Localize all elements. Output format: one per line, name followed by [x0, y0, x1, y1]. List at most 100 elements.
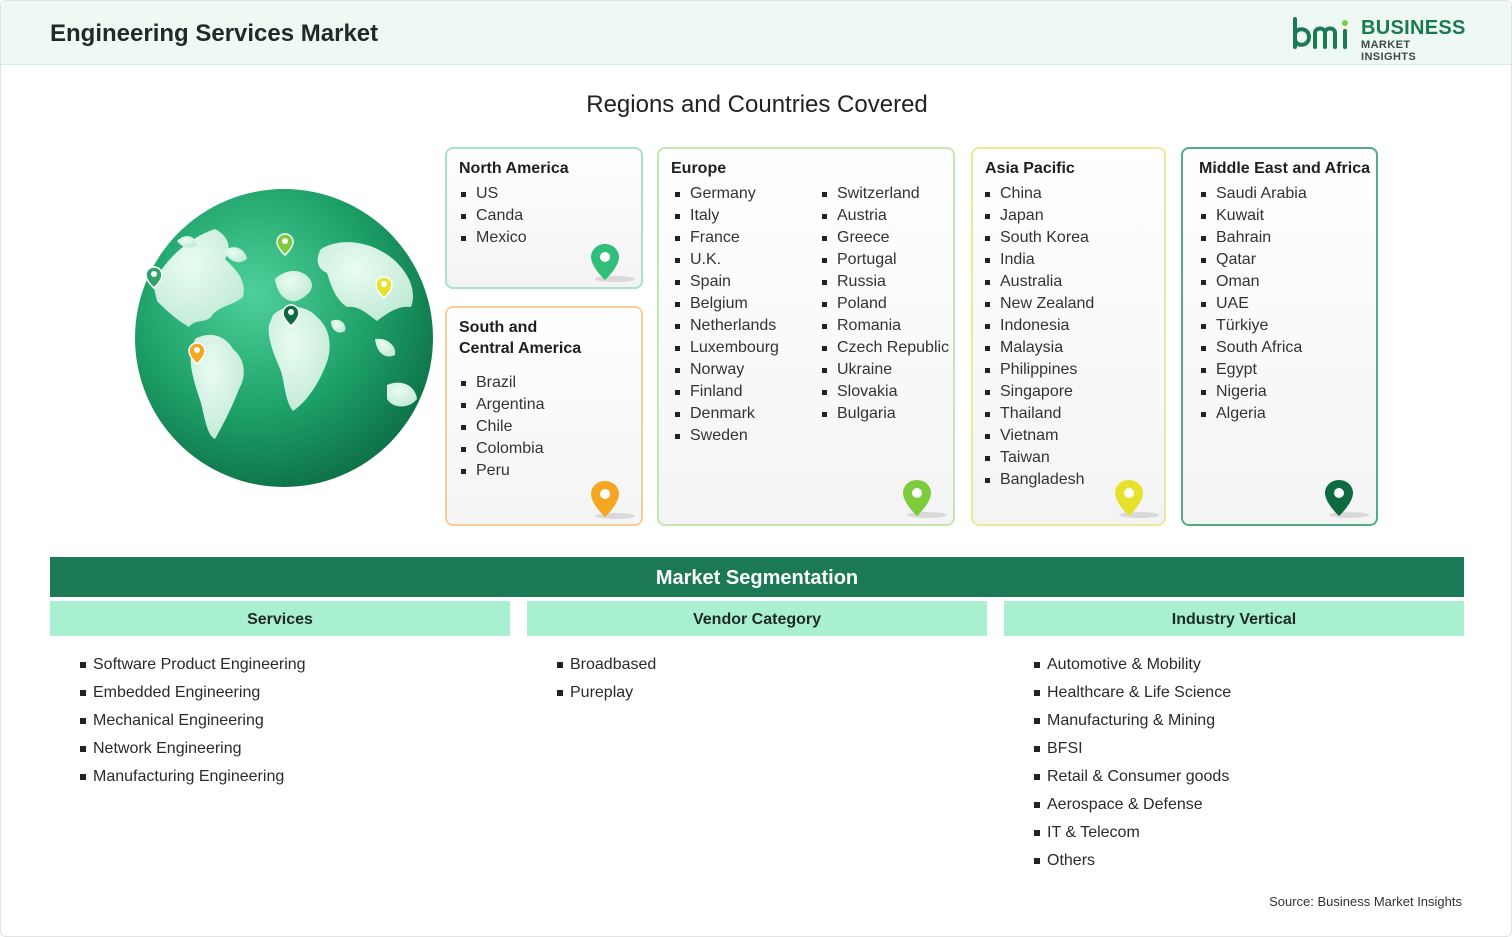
country-item: Canda [459, 205, 527, 227]
country-list-south-central-america: Brazil Argentina Chile Colombia Peru [459, 372, 545, 482]
country-item: Türkiye [1199, 315, 1307, 337]
country-item: Netherlands [673, 315, 779, 337]
country-item: Bangladesh [983, 469, 1094, 491]
country-item: Romania [820, 315, 949, 337]
country-item: Belgium [673, 293, 779, 315]
list-item: Healthcare & Life Science [1034, 679, 1231, 707]
country-item: Mexico [459, 227, 527, 249]
country-item: Brazil [459, 372, 545, 394]
page-frame: Engineering Services Market BUSINESS MAR… [0, 0, 1512, 937]
list-item: Software Product Engineering [80, 651, 306, 679]
country-item: France [673, 227, 779, 249]
segment-header-services: Services [50, 601, 510, 636]
country-item: Sweden [673, 425, 779, 447]
country-item: South Africa [1199, 337, 1307, 359]
header-bar: Engineering Services Market BUSINESS MAR… [1, 1, 1511, 65]
location-pin-icon [903, 480, 947, 518]
country-item: Bahrain [1199, 227, 1307, 249]
country-list-europe-col1: Germany Italy France U.K. Spain Belgium … [673, 183, 779, 447]
country-item: US [459, 183, 527, 205]
country-list-north-america: US Canda Mexico [459, 183, 527, 249]
list-item: IT & Telecom [1034, 819, 1231, 847]
segment-list-services: Software Product Engineering Embedded En… [80, 651, 306, 791]
source-note: Source: Business Market Insights [1269, 894, 1462, 909]
country-item: Oman [1199, 271, 1307, 293]
country-item: Denmark [673, 403, 779, 425]
country-item: Spain [673, 271, 779, 293]
list-item: Manufacturing & Mining [1034, 707, 1231, 735]
country-item: Indonesia [983, 315, 1094, 337]
country-item: Czech Republic [820, 337, 949, 359]
brand-logo: BUSINESS MARKET INSIGHTS [1291, 15, 1467, 63]
country-item: Slovakia [820, 381, 949, 403]
country-item: Luxembourg [673, 337, 779, 359]
country-item: Finland [673, 381, 779, 403]
country-list-middle-east-africa: Saudi Arabia Kuwait Bahrain Qatar Oman U… [1199, 183, 1307, 425]
region-title-line-1: South and [459, 319, 538, 336]
list-item: Mechanical Engineering [80, 707, 306, 735]
country-item: Algeria [1199, 403, 1307, 425]
country-item: China [983, 183, 1094, 205]
segment-list-industry-vertical: Automotive & Mobility Healthcare & Life … [1034, 651, 1231, 875]
country-item: Russia [820, 271, 949, 293]
bmi-logo-icon [1293, 17, 1348, 49]
logo-text-business: BUSINESS [1361, 17, 1466, 39]
region-title-asia-pacific: Asia Pacific [985, 160, 1075, 177]
list-item: Pureplay [557, 679, 656, 707]
country-item: Egypt [1199, 359, 1307, 381]
country-item: Saudi Arabia [1199, 183, 1307, 205]
region-title-middle-east-africa: Middle East and Africa [1199, 160, 1370, 177]
logo-text-market-insights: MARKET INSIGHTS [1361, 39, 1417, 63]
country-item: Nigeria [1199, 381, 1307, 403]
region-card-north-america: North America US Canda Mexico [445, 147, 643, 289]
region-title-line-2: Central America [459, 340, 582, 357]
region-title-south-central-america: South and Central America [459, 317, 581, 359]
region-card-asia-pacific: Asia Pacific China Japan South Korea Ind… [971, 147, 1166, 526]
country-item: Peru [459, 460, 545, 482]
location-pin-icon [591, 244, 635, 282]
segment-header-industry-vertical: Industry Vertical [1004, 601, 1464, 636]
list-item: Manufacturing Engineering [80, 763, 306, 791]
location-pin-icon [1115, 480, 1159, 518]
country-item: Italy [673, 205, 779, 227]
list-item: Broadbased [557, 651, 656, 679]
segment-list-vendor-category: Broadbased Pureplay [557, 651, 656, 707]
country-item: Vietnam [983, 425, 1094, 447]
list-item: Embedded Engineering [80, 679, 306, 707]
country-item: Switzerland [820, 183, 949, 205]
list-item: Others [1034, 847, 1231, 875]
list-item: Aerospace & Defense [1034, 791, 1231, 819]
list-item: BFSI [1034, 735, 1231, 763]
country-item: Japan [983, 205, 1094, 227]
globe-icon [135, 189, 433, 487]
country-item: UAE [1199, 293, 1307, 315]
page-title: Engineering Services Market [50, 20, 379, 47]
country-item: Qatar [1199, 249, 1307, 271]
segmentation-title-bar: Market Segmentation [50, 557, 1464, 597]
list-item: Retail & Consumer goods [1034, 763, 1231, 791]
country-item: India [983, 249, 1094, 271]
country-item: Ukraine [820, 359, 949, 381]
country-item: Germany [673, 183, 779, 205]
list-item: Network Engineering [80, 735, 306, 763]
region-card-europe: Europe Germany Italy France U.K. Spain B… [657, 147, 955, 526]
country-item: Thailand [983, 403, 1094, 425]
country-item: Portugal [820, 249, 949, 271]
country-item: South Korea [983, 227, 1094, 249]
region-title-north-america: North America [459, 160, 569, 177]
country-item: Australia [983, 271, 1094, 293]
country-item: Singapore [983, 381, 1094, 403]
segment-header-vendor-category: Vendor Category [527, 601, 987, 636]
country-item: Argentina [459, 394, 545, 416]
country-item: Taiwan [983, 447, 1094, 469]
country-item: Norway [673, 359, 779, 381]
location-pin-icon [591, 481, 635, 519]
country-item: Greece [820, 227, 949, 249]
country-item: Philippines [983, 359, 1094, 381]
country-item: Kuwait [1199, 205, 1307, 227]
country-item: Chile [459, 416, 545, 438]
list-item: Automotive & Mobility [1034, 651, 1231, 679]
country-list-europe-col2: Switzerland Austria Greece Portugal Russ… [820, 183, 949, 425]
country-item: Austria [820, 205, 949, 227]
country-item: Malaysia [983, 337, 1094, 359]
